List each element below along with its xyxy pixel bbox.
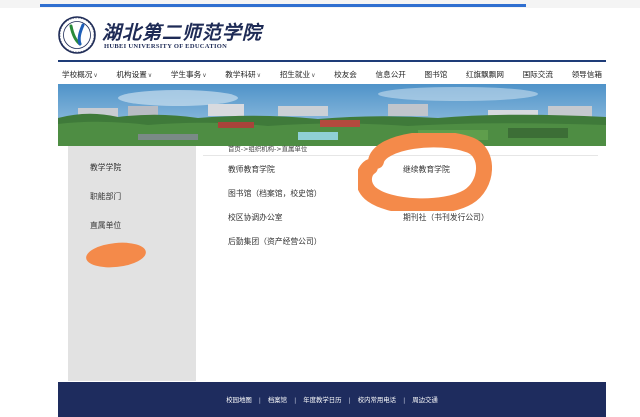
unit-link-teacher-education-college[interactable]: 教师教育学院 [228, 164, 275, 175]
university-seal-icon [58, 16, 96, 54]
footer-link-academic-calendar[interactable]: 年度教学日历 [303, 395, 341, 404]
sidebar-item-teaching-colleges[interactable]: 教学学院 [90, 162, 121, 173]
annotation-circle [358, 133, 492, 211]
footer-separator: | [403, 395, 406, 404]
footer-link-archives[interactable]: 档案馆 [268, 395, 287, 404]
unit-link-journal-office[interactable]: 期刊社（书刊发行公司） [403, 212, 489, 223]
nav-item-school-overview[interactable]: 学校概况∨ [62, 69, 98, 80]
page-container: 湖北第二师范学院 HUBEI UNIVERSITY OF EDUCATION 学… [58, 8, 606, 417]
footer-link-campus-phone[interactable]: 校内常用电话 [358, 395, 396, 404]
campus-banner-image [58, 84, 606, 146]
footer-separator: | [294, 395, 297, 404]
chevron-down-icon: ∨ [311, 71, 316, 79]
sidebar-item-affiliated-units[interactable]: 直属单位 [90, 220, 121, 231]
main-nav: 学校概况∨ 机构设置∨ 学生事务∨ 教学科研∨ 招生就业∨ 校友会 信息公开 图… [58, 64, 606, 84]
nav-item-info-disclosure[interactable]: 信息公开 [376, 69, 406, 80]
nav-item-international[interactable]: 国际交流 [523, 69, 553, 80]
footer-separator: | [348, 395, 351, 404]
unit-link-campus-coordination-office[interactable]: 校区协调办公室 [228, 212, 283, 223]
breadcrumb: 首页->组织机构->直属单位 [228, 145, 308, 153]
footer-link-campus-map[interactable]: 校园地图 [226, 395, 252, 404]
footer-link-transport[interactable]: 周边交通 [412, 395, 438, 404]
chevron-down-icon: ∨ [202, 71, 207, 79]
redaction-scribble [84, 239, 148, 271]
unit-link-logistics-group[interactable]: 后勤集团（资产经营公司） [228, 236, 322, 247]
nav-item-teaching-research[interactable]: 教学科研∨ [225, 69, 261, 80]
sidebar: 教学学院 职能部门 直属单位 [68, 146, 196, 381]
nav-item-alumni[interactable]: 校友会 [334, 69, 357, 80]
nav-item-library[interactable]: 图书馆 [425, 69, 448, 80]
header-divider [58, 60, 606, 62]
chevron-down-icon: ∨ [147, 71, 153, 79]
chevron-down-icon: ∨ [256, 71, 262, 79]
site-logo[interactable]: 湖北第二师范学院 HUBEI UNIVERSITY OF EDUCATION [58, 16, 318, 56]
site-footer: 校园地图 | 档案馆 | 年度教学日历 | 校内常用电话 | 周边交通 [58, 382, 606, 417]
loading-progress-bar [40, 4, 526, 7]
nav-item-leader-mailbox[interactable]: 领导信箱 [572, 69, 602, 80]
nav-item-red-flag-site[interactable]: 红旗飘飘网 [466, 69, 504, 80]
nav-item-admissions-employment[interactable]: 招生就业∨ [280, 69, 316, 80]
nav-item-student-affairs[interactable]: 学生事务∨ [171, 69, 207, 80]
chevron-down-icon: ∨ [93, 71, 98, 79]
school-name-en: HUBEI UNIVERSITY OF EDUCATION [104, 43, 228, 50]
sidebar-item-functional-departments[interactable]: 职能部门 [90, 191, 121, 202]
nav-item-organization[interactable]: 机构设置∨ [116, 69, 152, 80]
unit-link-library[interactable]: 图书馆（档案馆，校史馆） [228, 188, 322, 199]
footer-separator: | [258, 395, 261, 404]
school-name-cn: 湖北第二师范学院 [102, 22, 263, 44]
browser-top-strip [0, 0, 640, 8]
